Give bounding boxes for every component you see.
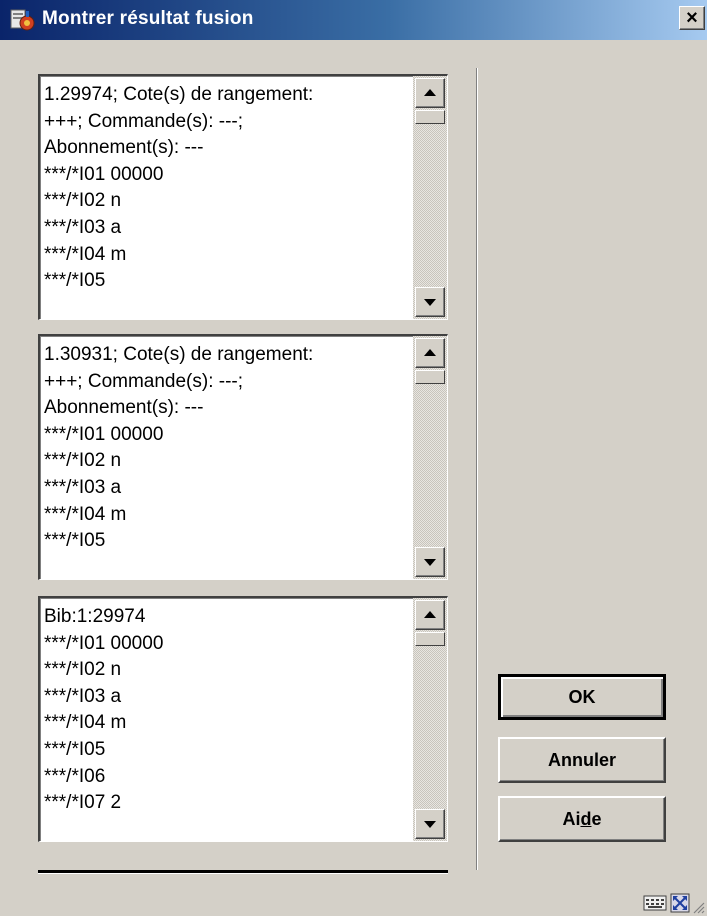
scroll-thumb[interactable] bbox=[415, 370, 445, 384]
scroll-up-button[interactable] bbox=[415, 600, 445, 630]
scroll-thumb[interactable] bbox=[415, 632, 445, 646]
scroll-down-button[interactable] bbox=[415, 809, 445, 839]
help-button[interactable]: Aide bbox=[498, 796, 666, 842]
scroll-down-arrow-icon bbox=[424, 821, 436, 828]
pane-line: ***/*I04 m bbox=[44, 243, 127, 265]
pane-line: ***/*I05 bbox=[44, 530, 106, 552]
cancel-button[interactable]: Annuler bbox=[498, 737, 666, 783]
title-bar: Montrer résultat fusion × bbox=[0, 0, 707, 40]
scroll-down-button[interactable] bbox=[415, 547, 445, 577]
pane-line: ***/*I02 n bbox=[44, 190, 122, 212]
close-icon: × bbox=[686, 7, 698, 29]
horizontal-divider bbox=[38, 870, 448, 874]
vertical-divider bbox=[476, 68, 478, 870]
pane-line: ***/*I01 00000 bbox=[44, 632, 164, 654]
window-title: Montrer résultat fusion bbox=[42, 8, 254, 29]
pane-line: Abonnement(s): --- bbox=[44, 137, 204, 159]
pane-line: ***/*I04 m bbox=[44, 712, 127, 734]
pane-line: ***/*I02 n bbox=[44, 450, 122, 472]
scroll-up-arrow-icon bbox=[424, 611, 436, 618]
pane-line: Abonnement(s): --- bbox=[44, 397, 204, 419]
pane-line: ***/*I06 bbox=[44, 765, 106, 787]
pane-line: +++; Commande(s): ---; bbox=[44, 370, 244, 392]
pane-line: ***/*I05 bbox=[44, 270, 106, 292]
pane-line: ***/*I03 a bbox=[44, 685, 122, 707]
pane-line: ***/*I04 m bbox=[44, 503, 127, 525]
keyboard-grid-icon[interactable] bbox=[643, 894, 667, 912]
ok-button[interactable]: OK bbox=[498, 674, 666, 720]
pane-line: ***/*I02 n bbox=[44, 659, 122, 681]
scroll-down-arrow-icon bbox=[424, 559, 436, 566]
scroll-down-arrow-icon bbox=[424, 299, 436, 306]
pane-line: ***/*I01 00000 bbox=[44, 163, 164, 185]
close-button[interactable]: × bbox=[679, 6, 705, 30]
pane-text: Bib:1:29974 ***/*I01 00000 ***/*I02 n **… bbox=[44, 604, 411, 817]
merge-source-pane-1[interactable]: 1.29974; Cote(s) de rangement: +++; Comm… bbox=[38, 74, 448, 320]
pane-line: 1.30931; Cote(s) de rangement: bbox=[44, 344, 314, 365]
fullscreen-icon[interactable] bbox=[670, 893, 690, 913]
ok-button-label: OK bbox=[568, 686, 596, 707]
scroll-up-arrow-icon bbox=[424, 89, 436, 96]
pane-line: ***/*I03 a bbox=[44, 476, 122, 498]
resize-grip-icon[interactable] bbox=[691, 900, 705, 914]
pane-line: ***/*I05 bbox=[44, 738, 106, 760]
scroll-up-arrow-icon bbox=[424, 349, 436, 356]
scroll-thumb[interactable] bbox=[415, 110, 445, 124]
help-button-label: Aide bbox=[562, 808, 602, 829]
vertical-scrollbar[interactable] bbox=[413, 598, 447, 841]
pane-line: ***/*I01 00000 bbox=[44, 423, 164, 445]
scroll-up-button[interactable] bbox=[415, 338, 445, 368]
pane-line: ***/*I07 2 bbox=[44, 792, 122, 814]
pane-line: 1.29974; Cote(s) de rangement: bbox=[44, 84, 314, 105]
merge-source-pane-2[interactable]: 1.30931; Cote(s) de rangement: +++; Comm… bbox=[38, 334, 448, 580]
merge-app-icon bbox=[10, 9, 35, 31]
vertical-scrollbar[interactable] bbox=[413, 76, 447, 319]
vertical-scrollbar[interactable] bbox=[413, 336, 447, 579]
scroll-up-button[interactable] bbox=[415, 78, 445, 108]
pane-text: 1.29974; Cote(s) de rangement: +++; Comm… bbox=[44, 82, 411, 295]
pane-text: 1.30931; Cote(s) de rangement: +++; Comm… bbox=[44, 342, 411, 555]
cancel-button-label: Annuler bbox=[547, 749, 616, 770]
pane-line: Bib:1:29974 bbox=[44, 606, 146, 627]
scroll-down-button[interactable] bbox=[415, 287, 445, 317]
merge-result-pane[interactable]: Bib:1:29974 ***/*I01 00000 ***/*I02 n **… bbox=[38, 596, 448, 842]
pane-line: ***/*I03 a bbox=[44, 216, 122, 238]
pane-line: +++; Commande(s): ---; bbox=[44, 110, 244, 132]
